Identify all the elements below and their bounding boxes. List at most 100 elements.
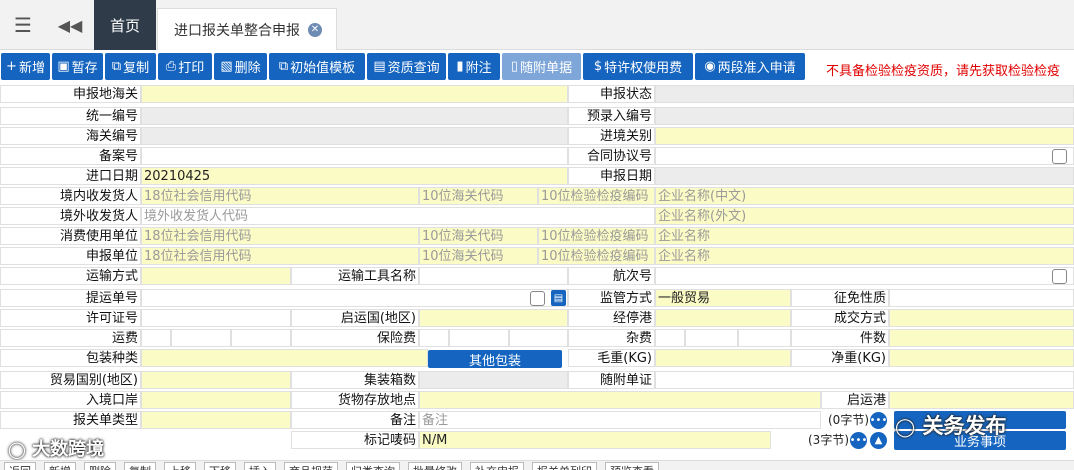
tab-home[interactable]: 首页 <box>94 0 156 50</box>
marks-field[interactable]: N/M <box>419 431 771 449</box>
domestic-ciq-code-field[interactable]: 10位检验检疫编码 <box>538 187 655 205</box>
voyage-no-field[interactable] <box>655 267 1074 285</box>
declare-company-field[interactable]: 企业名称 <box>655 247 1074 265</box>
close-icon[interactable]: ✕ <box>308 22 322 37</box>
tab-import-declaration[interactable]: 进口报关单整合申报 ✕ <box>157 8 337 50</box>
bottom-button-3[interactable]: 复制 <box>124 462 156 470</box>
consumer-credit-code-field[interactable]: 18位社会信用代码 <box>141 227 419 245</box>
package-type-field[interactable] <box>141 349 428 367</box>
delete-button[interactable]: ▧ 删除 <box>214 53 267 80</box>
overseas-code-field[interactable]: 境外收发货人代码 <box>141 207 655 225</box>
label-freight: 运费 <box>0 329 141 347</box>
declare-credit-code-field[interactable]: 18位社会信用代码 <box>141 247 419 265</box>
attached-cert-field[interactable] <box>655 371 1074 389</box>
domestic-credit-code-field[interactable]: 18位社会信用代码 <box>141 187 419 205</box>
consumer-ciq-code-field[interactable]: 10位检验检疫编码 <box>538 227 655 245</box>
double-chevron-left-icon[interactable]: ◀◀ <box>46 0 94 50</box>
trade-terms-field[interactable] <box>889 309 1074 327</box>
consumer-company-field[interactable]: 企业名称 <box>655 227 1074 245</box>
contract-checkbox[interactable] <box>1052 149 1067 164</box>
label-tax-nature: 征免性质 <box>791 289 889 307</box>
net-weight-field[interactable] <box>889 349 1074 367</box>
voyage-checkbox[interactable] <box>1052 269 1067 284</box>
declare-customs-code-field[interactable]: 10位海关代码 <box>419 247 538 265</box>
royalty-button[interactable]: $ 特许权使用费 <box>583 53 693 80</box>
more-icon[interactable]: ••• <box>870 412 887 429</box>
pieces-field[interactable] <box>889 329 1074 347</box>
other-package-button[interactable]: 其他包装 <box>428 350 562 369</box>
consumer-customs-code-field[interactable]: 10位海关代码 <box>419 227 538 245</box>
remarks-field[interactable]: 备注 <box>419 411 821 429</box>
declare-date-field <box>655 167 1074 185</box>
transport-mode-field[interactable] <box>141 267 291 285</box>
copy-label: 复制 <box>123 61 150 76</box>
declare-ciq-code-field[interactable]: 10位检验检疫编码 <box>538 247 655 265</box>
license-no-field[interactable] <box>141 309 291 327</box>
arrow-up-icon[interactable]: ▲ <box>870 432 887 449</box>
contract-no-field[interactable] <box>655 147 1074 165</box>
save-button[interactable]: ▣ 暂存 <box>52 53 103 80</box>
bottom-button-7[interactable]: 商品规范 <box>284 462 338 470</box>
qualification-query-button[interactable]: ▤ 资质查询 <box>367 53 446 80</box>
bottom-button-8[interactable]: 归类查询 <box>346 462 400 470</box>
label-remarks: 备注 <box>291 411 419 429</box>
import-date-field[interactable]: 20210425 <box>141 167 568 185</box>
freight-field-1[interactable] <box>141 329 171 347</box>
menu-icon[interactable]: ☰ <box>0 0 46 50</box>
bill-checkbox[interactable] <box>530 291 545 306</box>
bottom-button-1[interactable]: 新增 <box>44 462 76 470</box>
record-no-field[interactable] <box>141 147 568 165</box>
more-icon[interactable]: ••• <box>850 432 867 449</box>
bill-no-field[interactable] <box>141 289 568 307</box>
attached-docs-button[interactable]: ▯ 随附单据 <box>502 53 581 80</box>
bottom-button-4[interactable]: 上移 <box>164 462 196 470</box>
bottom-button-10[interactable]: 补充申报 <box>470 462 524 470</box>
freight-field-3[interactable] <box>231 329 291 347</box>
overseas-company-en-field[interactable]: 企业名称(外文) <box>655 207 1074 225</box>
print-button[interactable]: ⎙ 打印 <box>158 53 212 80</box>
freight-field-2[interactable] <box>171 329 231 347</box>
declare-customs-field[interactable] <box>141 85 568 103</box>
label-declaration-type: 报关单类型 <box>0 411 141 429</box>
label-declare-customs: 申报地海关 <box>0 85 141 103</box>
bottom-button-0[interactable]: 返回 <box>4 462 36 470</box>
misc-fee-field-2[interactable] <box>685 329 738 347</box>
label-declare-unit: 申报单位 <box>0 247 141 265</box>
bottom-button-9[interactable]: 批量修改 <box>408 462 462 470</box>
two-stage-button[interactable]: ◉ 两段准入申请 <box>695 53 805 80</box>
entry-port-field[interactable] <box>141 391 291 409</box>
supervision-mode-field[interactable]: 一般贸易 <box>655 289 791 307</box>
bottom-button-5[interactable]: 下移 <box>204 462 236 470</box>
misc-fee-field-3[interactable] <box>738 329 791 347</box>
departure-port-field[interactable] <box>889 391 1074 409</box>
copy-button[interactable]: ⧉ 复制 <box>105 53 156 80</box>
container-count-field <box>419 371 568 389</box>
trade-country-field[interactable] <box>141 371 291 389</box>
bottom-toolbar: 返回新增删除复制上移下移插入商品规范归类查询批量修改补充申报报关单列印预览查看 <box>0 460 1074 470</box>
stop-port-field[interactable] <box>655 309 791 327</box>
bottom-button-11[interactable]: 报关单列印 <box>532 462 597 470</box>
declaration-type-field[interactable] <box>141 411 291 429</box>
insurance-field-2[interactable] <box>449 329 509 347</box>
insurance-field-3[interactable] <box>509 329 568 347</box>
new-button[interactable]: + 新增 <box>1 53 50 80</box>
bottom-button-2[interactable]: 删除 <box>84 462 116 470</box>
insurance-field-1[interactable] <box>419 329 449 347</box>
misc-fee-field-1[interactable] <box>655 329 685 347</box>
gross-weight-field[interactable] <box>655 349 791 367</box>
bottom-button-12[interactable]: 预览查看 <box>605 462 659 470</box>
label-pre-entry-no: 预录入编号 <box>568 107 655 125</box>
notes-label: 附注 <box>465 61 492 76</box>
domestic-company-cn-field[interactable]: 企业名称(中文) <box>655 187 1074 205</box>
tax-nature-field[interactable] <box>889 289 1074 307</box>
origin-country-field[interactable] <box>419 309 568 327</box>
label-pieces: 件数 <box>791 329 889 347</box>
document-icon[interactable]: ▤ <box>551 290 566 306</box>
template-button[interactable]: ⧉ 初始值模板 <box>269 53 365 80</box>
goods-location-field[interactable] <box>419 391 821 409</box>
ie-port-field[interactable] <box>655 127 1074 145</box>
transport-tool-field[interactable] <box>419 267 568 285</box>
bottom-button-6[interactable]: 插入 <box>244 462 276 470</box>
domestic-customs-code-field[interactable]: 10位海关代码 <box>419 187 538 205</box>
notes-button[interactable]: ▮ 附注 <box>448 53 500 80</box>
